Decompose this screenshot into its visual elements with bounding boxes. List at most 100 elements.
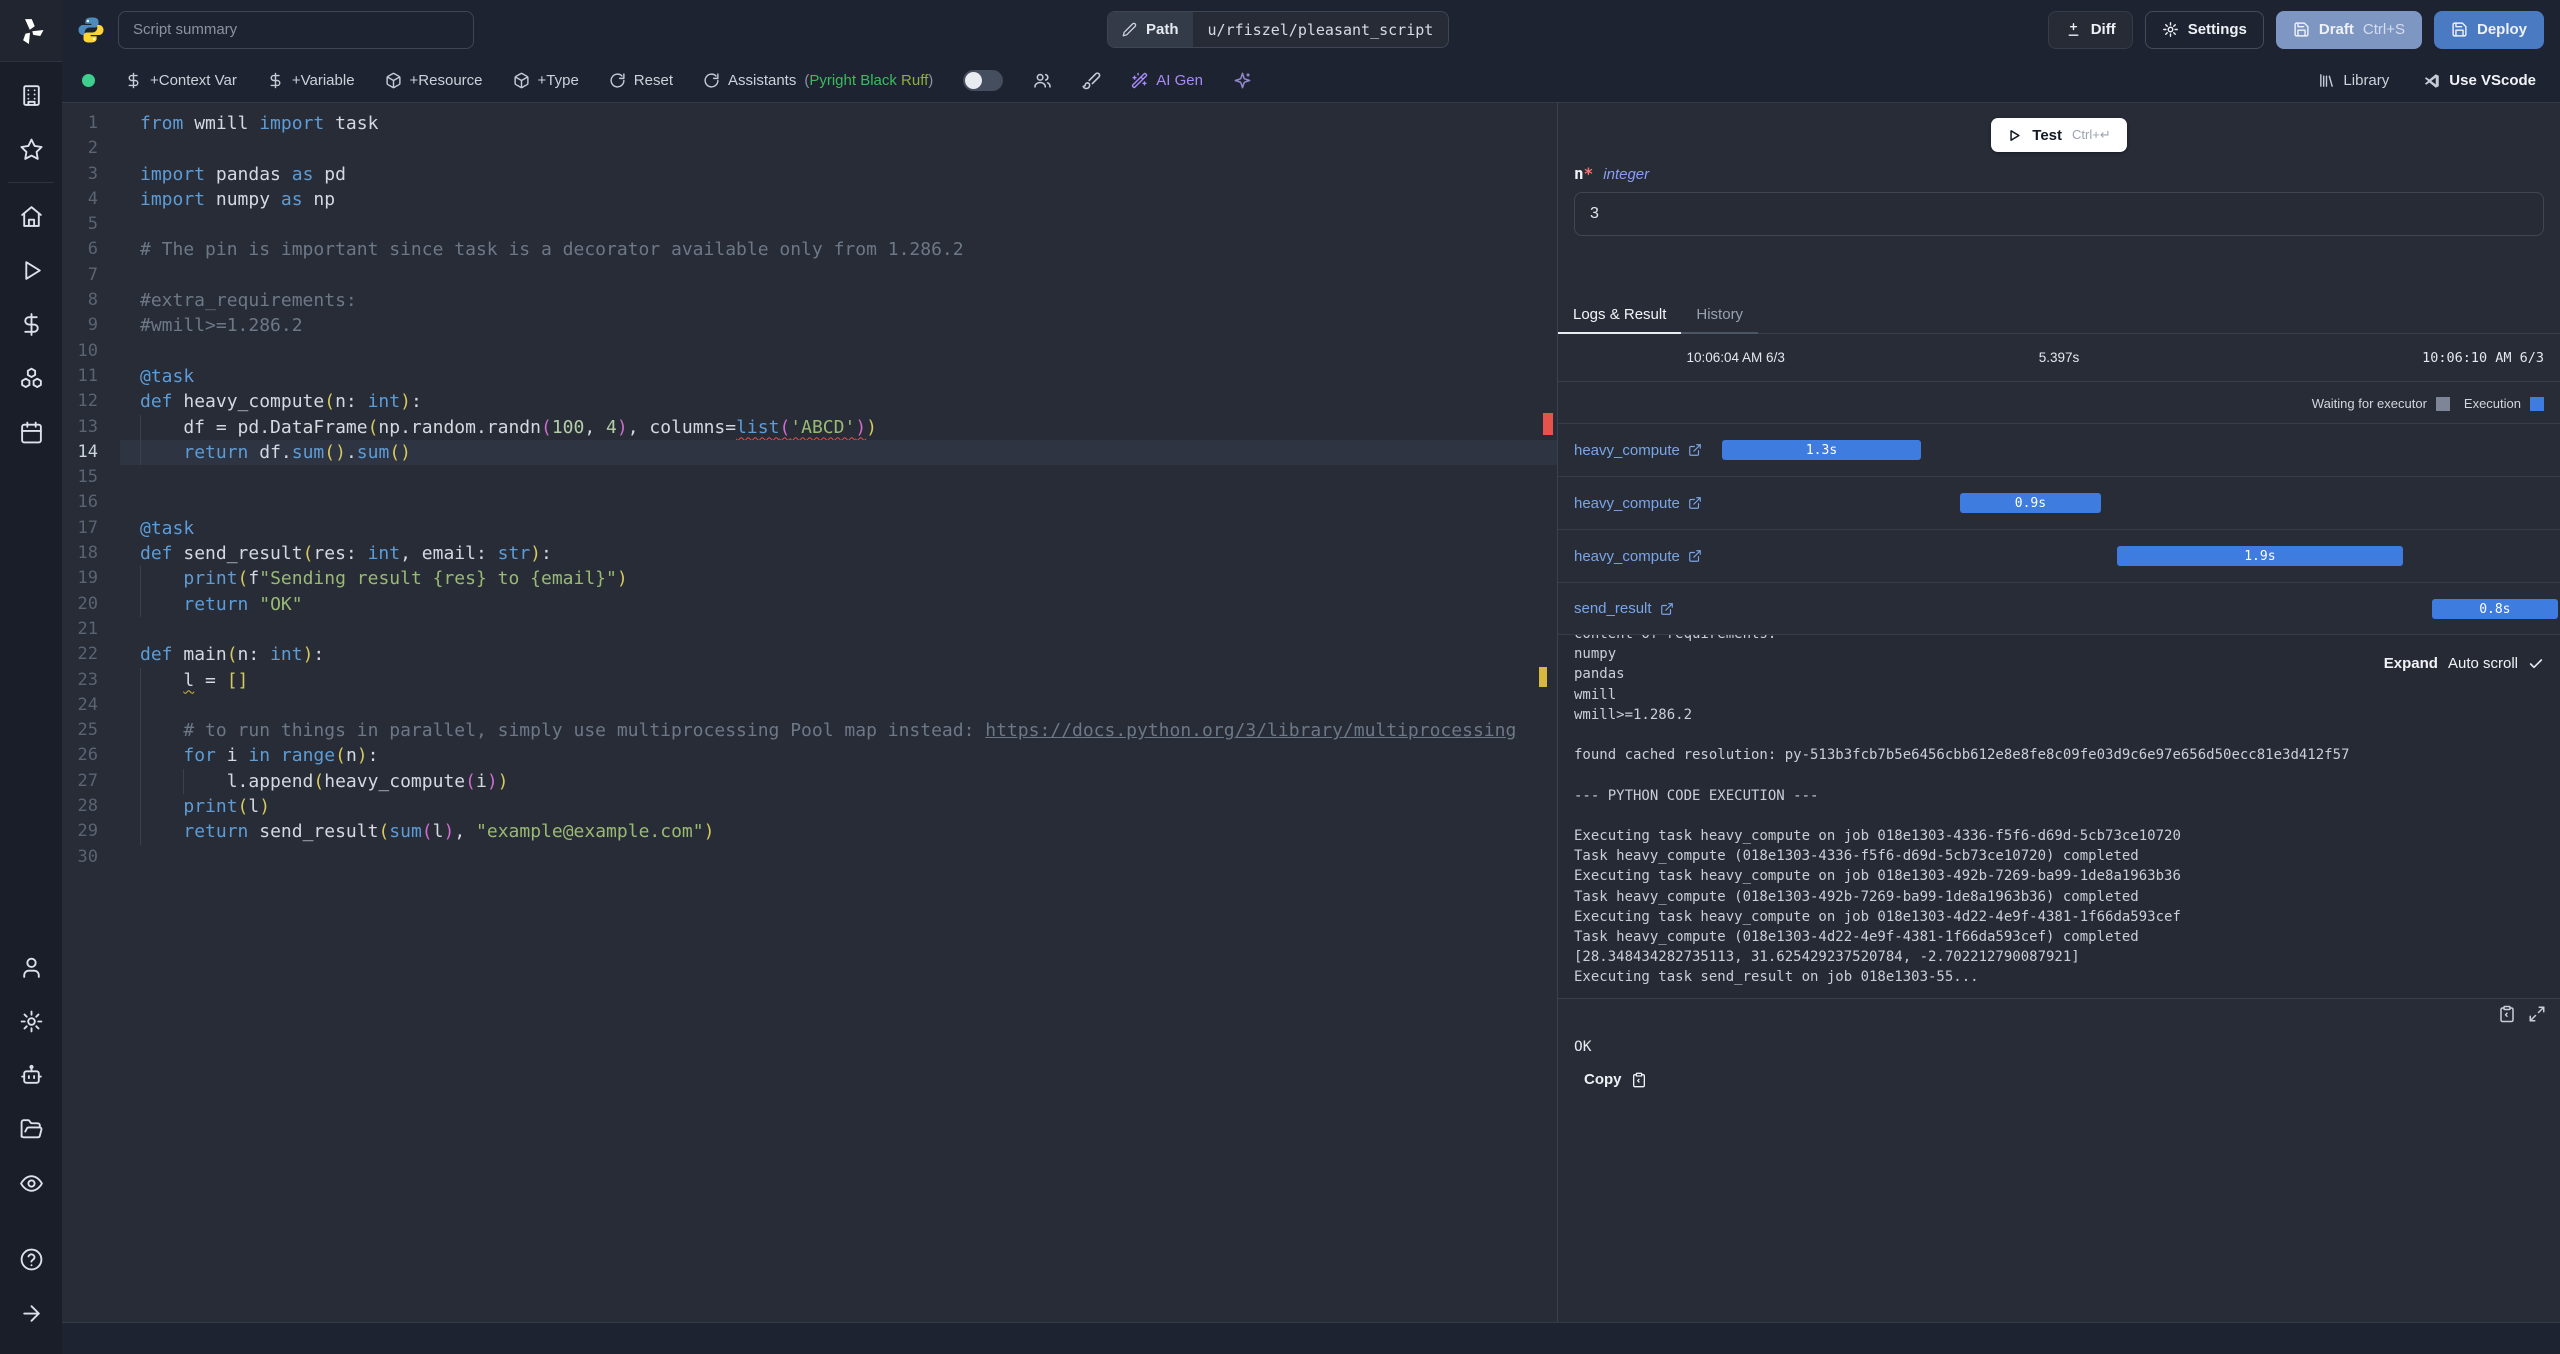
- code-line[interactable]: 10: [62, 339, 1557, 364]
- code-line[interactable]: 13 df = pd.DataFrame(np.random.randn(100…: [62, 414, 1557, 440]
- execution-bar: 0.8s: [2431, 599, 2558, 619]
- folders-folder-icon: [20, 1118, 42, 1138]
- windmill-logo[interactable]: [0, 0, 62, 62]
- sidebar-item-account-user[interactable]: [14, 950, 48, 984]
- code-line[interactable]: 20 return "OK": [62, 591, 1557, 617]
- tab-logs-result[interactable]: Logs & Result: [1558, 298, 1682, 334]
- use-vscode-button[interactable]: Use VScode: [2423, 72, 2536, 90]
- sidebar-item-audit-eye[interactable]: [14, 1166, 48, 1200]
- sidebar-item-help-circle[interactable]: [14, 1242, 48, 1276]
- code-line[interactable]: 12 def heavy_compute(n: int):: [62, 389, 1557, 414]
- sidebar-item-resources-boxes[interactable]: [14, 361, 48, 395]
- code-line[interactable]: 23 l = []: [62, 667, 1557, 693]
- code-line[interactable]: 8 #extra_requirements:: [62, 288, 1557, 313]
- code-line[interactable]: 2: [62, 136, 1557, 161]
- expand-logs-button[interactable]: Expand: [2384, 655, 2438, 672]
- assistants-button[interactable]: Assistants (Pyright Black Ruff): [703, 72, 933, 89]
- path-value: u/rfiszel/pleasant_script: [1207, 20, 1434, 39]
- draft-button[interactable]: Draft Ctrl+S: [2275, 10, 2422, 49]
- sidebar-item-workers-bot[interactable]: [14, 1058, 48, 1092]
- code-line[interactable]: 15: [62, 465, 1557, 490]
- deploy-button[interactable]: Deploy: [2433, 10, 2544, 49]
- settings-button[interactable]: Settings: [2144, 10, 2264, 49]
- script-summary-input[interactable]: [118, 10, 474, 49]
- maximize-icon[interactable]: [2528, 1005, 2546, 1023]
- sidebar-item-favorites-star[interactable]: [14, 132, 48, 166]
- sidebar-item-workspace-building[interactable]: [14, 78, 48, 112]
- library-button[interactable]: Library: [2318, 72, 2389, 89]
- test-button[interactable]: Test Ctrl+↵: [1991, 118, 2127, 152]
- run-start-time: 10:06:04 AM 6/3: [1686, 350, 1785, 365]
- log-output[interactable]: content of requirements:numpypandaswmill…: [1558, 635, 2560, 999]
- code-line[interactable]: 17 @task: [62, 516, 1557, 541]
- code-line[interactable]: 19 print(f"Sending result {res} to {emai…: [62, 566, 1557, 592]
- run-duration: 5.397s: [2038, 350, 2080, 365]
- add-variable-button[interactable]: +Variable: [267, 72, 355, 89]
- copy-result-icon[interactable]: [2498, 1005, 2516, 1023]
- line-number: 2: [87, 138, 98, 159]
- ai-gen-button[interactable]: AI Gen: [1131, 72, 1203, 89]
- tab-history[interactable]: History: [1681, 298, 1759, 334]
- path-chip[interactable]: Path u/rfiszel/pleasant_script: [1107, 11, 1450, 48]
- timeline-task-link[interactable]: send_result: [1558, 600, 1674, 617]
- preview-panel: Test Ctrl+↵ n* integer Logs & Result His…: [1557, 103, 2560, 1322]
- format-button[interactable]: [1082, 71, 1101, 90]
- diff-button[interactable]: Diff: [2047, 10, 2133, 49]
- code-line[interactable]: 14 return df.sum().sum(): [62, 439, 1557, 466]
- ai-sparkles-button[interactable]: [1233, 71, 1252, 90]
- code-line[interactable]: 11 @task: [62, 364, 1557, 389]
- line-number: 6: [87, 239, 98, 260]
- clipboard-icon: [1631, 1072, 1647, 1088]
- code-line[interactable]: 16: [62, 490, 1557, 515]
- copy-result-button[interactable]: Copy: [1558, 1055, 2560, 1088]
- timeline-task-link[interactable]: heavy_compute: [1558, 548, 1702, 565]
- line-number: 28: [77, 796, 98, 817]
- sidebar-item-folders-folder[interactable]: [14, 1112, 48, 1146]
- code-line[interactable]: 27 l.append(heavy_compute(i)): [62, 768, 1557, 795]
- sidebar-item-runs-play[interactable]: [14, 253, 48, 287]
- check-icon[interactable]: [2528, 656, 2544, 672]
- add-context-var-button[interactable]: +Context Var: [125, 72, 237, 89]
- code-line[interactable]: 6 # The pin is important since task is a …: [62, 237, 1557, 262]
- multiplayer-toggle[interactable]: [963, 70, 1004, 91]
- code-line[interactable]: 4 import numpy as np: [62, 187, 1557, 212]
- line-number: 30: [77, 846, 98, 867]
- line-number: 11: [77, 365, 98, 386]
- sidebar-item-settings-gear[interactable]: [14, 1004, 48, 1038]
- line-number: 20: [77, 593, 98, 614]
- main-column: Path u/rfiszel/pleasant_script Diff Sett…: [62, 0, 2560, 1354]
- code-line[interactable]: 28 print(l): [62, 794, 1557, 820]
- code-line[interactable]: 29 return send_result(sum(l), "example@e…: [62, 819, 1557, 845]
- code-line[interactable]: 26 for i in range(n):: [62, 743, 1557, 769]
- timeline-task-link[interactable]: heavy_compute: [1558, 495, 1702, 512]
- code-line[interactable]: 9 #wmill>=1.286.2: [62, 313, 1557, 338]
- add-type-button[interactable]: +Type: [513, 72, 579, 89]
- timeline-task-link[interactable]: heavy_compute: [1558, 442, 1702, 459]
- sidebar-item-expand-arrow-right[interactable]: [14, 1296, 48, 1330]
- code-line[interactable]: 21: [62, 617, 1557, 642]
- log-line: Task heavy_compute (018e1303-4336-f5f6-d…: [1574, 848, 2139, 865]
- line-number: 15: [77, 467, 98, 488]
- multiplayer-button[interactable]: [1033, 71, 1052, 90]
- code-line[interactable]: 1 from wmill import task: [62, 111, 1557, 136]
- line-number: 7: [87, 264, 98, 285]
- code-line[interactable]: 3 import pandas as pd: [62, 162, 1557, 187]
- code-editor[interactable]: 1 from wmill import task 2 3 import pandas a…: [62, 103, 1557, 1322]
- reset-button[interactable]: Reset: [609, 72, 673, 89]
- code-line[interactable]: 25 # to run things in parallel, simply u…: [62, 718, 1557, 744]
- package-icon: [385, 72, 402, 89]
- code-line[interactable]: 7: [62, 263, 1557, 288]
- arg-n-input[interactable]: [1574, 192, 2544, 236]
- rotate-icon: [609, 72, 626, 89]
- code-line[interactable]: 22 def main(n: int):: [62, 642, 1557, 667]
- code-line[interactable]: 30: [62, 845, 1557, 870]
- code-line[interactable]: 24: [62, 692, 1557, 719]
- add-resource-button[interactable]: +Resource: [385, 72, 483, 89]
- sidebar-item-variables-dollar[interactable]: [14, 307, 48, 341]
- sidebar-item-home[interactable]: [14, 199, 48, 233]
- line-number: 26: [77, 745, 98, 766]
- code-line[interactable]: 5: [62, 212, 1557, 237]
- dollar-icon: [267, 72, 284, 89]
- code-line[interactable]: 18 def send_result(res: int, email: str):: [62, 541, 1557, 566]
- sidebar-item-schedules-calendar[interactable]: [14, 415, 48, 449]
